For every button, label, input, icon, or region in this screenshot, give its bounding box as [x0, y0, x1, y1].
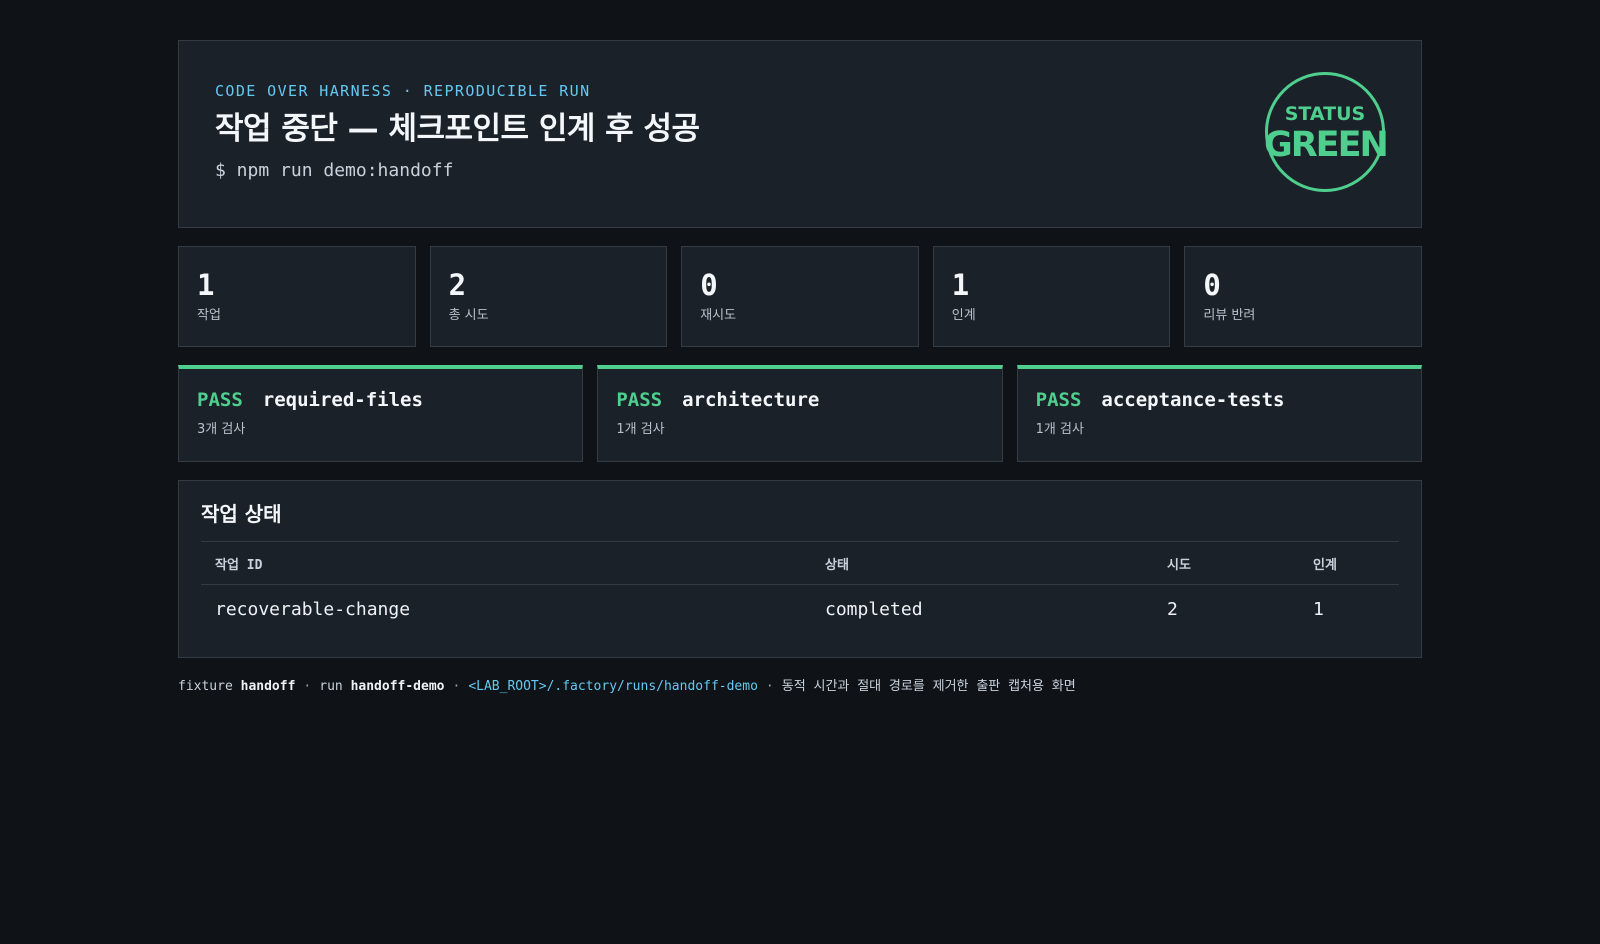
check-heading: PASS acceptance-tests — [1036, 387, 1403, 413]
stat-label: 총 시도 — [448, 308, 489, 323]
stat-value: 0 — [700, 268, 718, 302]
dashboard: CODE OVER HARNESS · REPRODUCIBLE RUN 작업 … — [178, 40, 1422, 696]
footer-fixture: handoff — [240, 679, 296, 694]
check-name: required-files — [262, 389, 423, 411]
check-detail: 1개 검사 — [616, 422, 665, 437]
check-card-required-files: PASS required-files 3개 검사 — [178, 365, 584, 462]
check-name: architecture — [682, 389, 820, 411]
task-table: 작업 ID 상태 시도 인계 recoverable-change comple… — [201, 541, 1399, 633]
status-label: STATUS — [1284, 103, 1366, 125]
page-title: 작업 중단 — 체크포인트 인계 후 성공 — [215, 111, 700, 147]
stat-value: 1 — [951, 268, 970, 302]
footer-separator: · — [452, 679, 461, 694]
footer-separator: · — [303, 679, 312, 694]
cell-task-id: recoverable-change — [215, 598, 411, 620]
cell-handoffs: 1 — [1313, 598, 1324, 620]
cell-status: completed — [825, 598, 923, 620]
stat-card-review-rejections: 0 리뷰 반려 — [1184, 246, 1422, 347]
check-detail: 1개 검사 — [1035, 422, 1084, 437]
stat-card-handoffs: 1 인계 — [932, 246, 1171, 347]
stat-label: 인계 — [951, 308, 976, 323]
column-header-task-id: 작업 ID — [201, 541, 811, 585]
status-value: GREEN — [1264, 125, 1389, 165]
status-badge: STATUS GREEN — [1264, 72, 1389, 192]
check-heading: PASS required-files — [197, 387, 564, 413]
footer-run-path: <LAB_ROOT>/.factory/runs/handoff-demo — [468, 679, 758, 694]
table-header-row: 작업 ID 상태 시도 인계 — [201, 541, 1399, 585]
section-title: 작업 상태 — [201, 502, 282, 526]
run-header: CODE OVER HARNESS · REPRODUCIBLE RUN 작업 … — [178, 40, 1422, 228]
footer-run-prefix: run — [319, 679, 343, 694]
column-header-status: 상태 — [811, 541, 1153, 585]
stat-card-retries: 0 재시도 — [681, 246, 919, 347]
run-command: $ npm run demo:handoff — [215, 160, 454, 181]
footer: fixture handoff · run handoff-demo · <LAB_RO… — [178, 678, 1422, 696]
footer-fixture-prefix: fixture — [178, 679, 233, 694]
table-row: recoverable-change completed 2 1 — [201, 585, 1399, 634]
column-header-handoffs: 인계 — [1299, 541, 1399, 585]
check-result-badge: PASS — [197, 389, 243, 411]
stats-row: 1 작업 2 총 시도 0 재시도 1 인계 0 리뷰 반려 — [178, 246, 1422, 347]
stat-label: 재시도 — [700, 308, 737, 323]
check-name: acceptance-tests — [1101, 389, 1285, 411]
stat-card-tasks: 1 작업 — [178, 246, 416, 347]
stat-label: 리뷰 반려 — [1203, 308, 1256, 323]
stat-value: 1 — [197, 268, 215, 302]
check-result-badge: PASS — [1035, 389, 1082, 411]
check-card-acceptance-tests: PASS acceptance-tests 1개 검사 — [1016, 365, 1422, 462]
footer-separator: · — [765, 679, 774, 694]
stat-card-attempts: 2 총 시도 — [429, 246, 668, 347]
check-card-architecture: PASS architecture 1개 검사 — [597, 365, 1003, 462]
stat-value: 0 — [1203, 268, 1221, 302]
checks-row: PASS required-files 3개 검사 PASS architectur… — [178, 365, 1422, 462]
cell-attempts: 2 — [1167, 598, 1178, 620]
task-status-panel: 작업 상태 작업 ID 상태 시도 인계 recoverable-change … — [178, 480, 1422, 658]
footer-run: handoff-demo — [350, 679, 445, 694]
header-kicker: CODE OVER HARNESS · REPRODUCIBLE RUN — [215, 82, 591, 100]
check-result-badge: PASS — [616, 389, 663, 411]
footer-note: 동적 시간과 절대 경로를 제거한 출판 캡처용 화면 — [781, 679, 1076, 694]
stat-value: 2 — [448, 268, 467, 302]
column-header-attempts: 시도 — [1153, 541, 1299, 585]
stat-label: 작업 — [197, 308, 221, 323]
check-detail: 3개 검사 — [197, 422, 246, 437]
check-heading: PASS architecture — [616, 387, 983, 413]
